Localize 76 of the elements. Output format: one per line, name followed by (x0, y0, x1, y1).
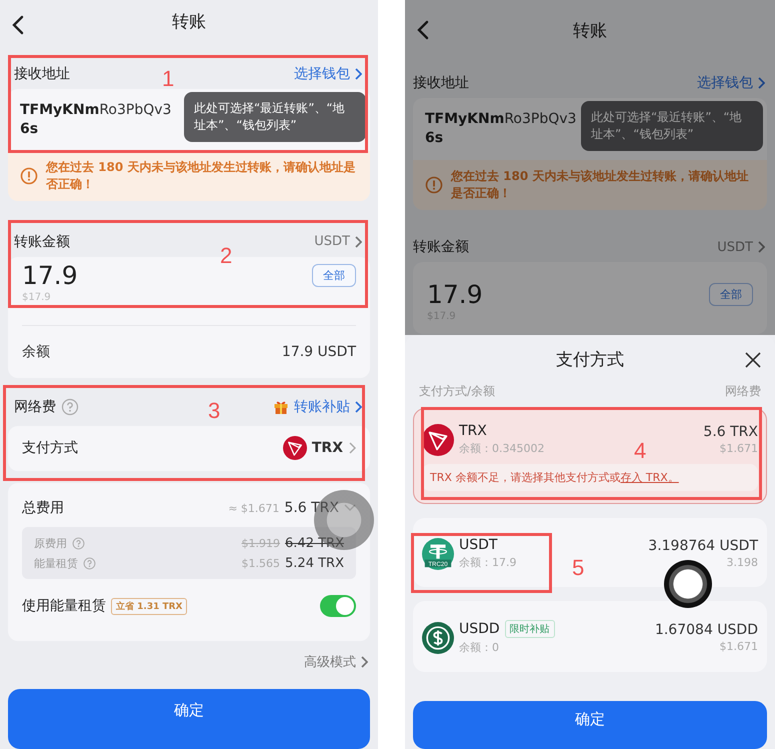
section-label: 接收地址 (413, 74, 469, 92)
page-title: 转账 (172, 10, 206, 33)
asset-balance: 余额：17.9 (459, 555, 516, 570)
choose-wallet-link[interactable]: 选择钱包 (294, 64, 362, 83)
asset-name: USDT (459, 537, 498, 553)
usdd-logo-icon (422, 622, 454, 654)
max-button[interactable]: 全部 (709, 283, 753, 306)
annotation-number: 2 (220, 243, 232, 269)
total-fee-fiat: ≈ $1.671 (228, 502, 280, 514)
chevron-right-icon (354, 236, 362, 248)
section-label: 网络费 (14, 398, 56, 416)
balance-value: 17.9 USDT (282, 344, 356, 360)
chevron-right-icon (757, 77, 765, 89)
network-fee: 1.67084 USDD (654, 622, 758, 638)
annotation-number: 5 (572, 555, 584, 581)
fee-fiat: $1.919 (242, 536, 280, 550)
gift-icon (273, 398, 289, 415)
section-label: 接收地址 (14, 64, 70, 83)
deposit-link[interactable]: 存入 TRX。 (620, 471, 679, 484)
balance-label: 余额 (22, 342, 50, 361)
network-fee: 5.6 TRX (703, 424, 758, 440)
asset-name: USDD (459, 621, 500, 637)
column-header: 网络费 (725, 383, 761, 400)
asset-selector[interactable]: USDT (717, 240, 765, 254)
subsidy-badge: 限时补贴 (504, 620, 555, 638)
amount-value: 17.9 (427, 280, 483, 309)
back-icon[interactable] (12, 15, 24, 35)
payment-option[interactable]: USDD 限时补贴 余额：0 1.67084 USDD $1.671 (413, 601, 767, 672)
tooltip: 此处可选择“最近转账”、“地址本”、“钱包列表” (184, 92, 366, 142)
asset-selector[interactable]: USDT (314, 234, 362, 250)
amount-value: 17.9 (22, 260, 78, 290)
network-fee: 3.198764 USDT (648, 538, 758, 554)
chevron-right-icon (757, 241, 765, 253)
asset-balance: 余额：0 (459, 640, 500, 655)
max-button[interactable]: 全部 (312, 264, 356, 287)
close-icon[interactable] (745, 352, 761, 368)
sheet-title: 支付方式 (556, 348, 624, 370)
page-title: 转账 (573, 20, 607, 42)
fee-fiat: $1.565 (242, 556, 280, 570)
insufficient-balance-text: TRX 余额不足，请选择其他支付方式或存入 TRX。 (430, 471, 679, 484)
payment-method-row[interactable]: 支付方式 TRX (8, 426, 370, 471)
chevron-right-icon (354, 400, 362, 413)
confirm-button[interactable]: 确定 (413, 701, 767, 749)
chevron-right-icon (354, 68, 362, 80)
chevron-right-icon (348, 442, 356, 454)
fee-label: 能量租赁 (34, 556, 78, 570)
warning-icon (20, 166, 38, 185)
annotation-number: 3 (208, 398, 220, 424)
fee-fiat: $1.671 (720, 640, 758, 653)
annotation-number: 4 (634, 438, 646, 464)
section-label: 转账金额 (413, 238, 469, 256)
fee-fiat: 3.198 (726, 556, 758, 569)
warning-text: 您在过去 180 天内未与该地址发生过转账，请确认地址是否正确！ (46, 158, 356, 193)
savings-badge: 立省 1.31 TRX (111, 598, 188, 614)
fee-value: 5.24 TRX (285, 556, 344, 570)
warning-text: 您在过去 180 天内未与该地址发生过转账，请确认地址是否正确！ (451, 168, 750, 202)
asset-balance: 余额：0.345002 (459, 441, 544, 456)
section-label: 转账金额 (14, 232, 70, 251)
total-fee-label: 总费用 (22, 499, 64, 517)
trx-logo-icon (422, 424, 454, 456)
rental-label: 使用能量租赁 (22, 597, 106, 615)
asset-name: TRX (459, 423, 487, 439)
fiat-value: $17.9 (22, 292, 52, 303)
back-icon[interactable] (417, 20, 429, 40)
trx-logo-icon (282, 436, 307, 460)
subsidy-link[interactable]: 转账补贴 (294, 398, 362, 416)
rental-toggle[interactable] (320, 595, 356, 617)
fee-fiat: $1.671 (720, 442, 758, 455)
warning-icon (425, 176, 443, 194)
choose-wallet-link[interactable]: 选择钱包 (697, 74, 765, 92)
fee-label: 原费用 (34, 536, 67, 550)
confirm-button[interactable]: 确定 (8, 689, 370, 749)
tooltip: 此处可选择“最近转账”、“地址本”、“钱包列表” (581, 101, 763, 151)
column-header: 支付方式/余额 (419, 383, 496, 400)
advanced-mode-link[interactable]: 高级模式 (304, 653, 368, 671)
chevron-right-icon (360, 656, 368, 668)
